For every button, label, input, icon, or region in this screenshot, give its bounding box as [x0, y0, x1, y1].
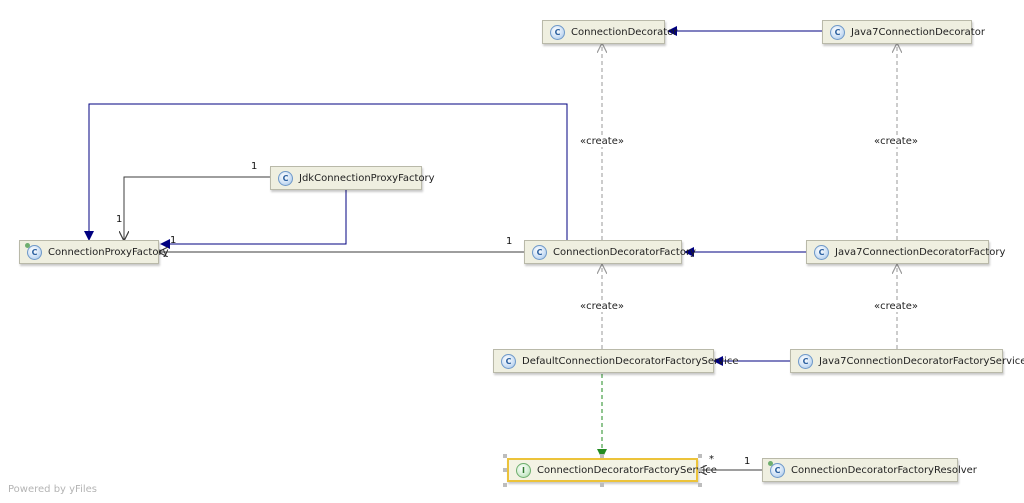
- class-default-connection-decorator-factory-service[interactable]: C DefaultConnectionDecoratorFactoryServi…: [493, 349, 738, 373]
- selection-handle[interactable]: [503, 468, 507, 472]
- class-icon: C: [814, 244, 829, 260]
- class-label: ConnectionDecoratorFactory: [553, 246, 696, 258]
- watermark: Powered by yFiles: [8, 484, 97, 495]
- interface-connection-decorator-factory-service[interactable]: I ConnectionDecoratorFactoryService: [507, 458, 717, 482]
- class-java7-connection-decorator[interactable]: C Java7ConnectionDecorator: [822, 20, 985, 44]
- selection-handle[interactable]: [503, 454, 507, 458]
- class-label: DefaultConnectionDecoratorFactoryService: [522, 355, 739, 367]
- class-label: ConnectionDecoratorFactoryResolver: [791, 464, 977, 476]
- class-label: JdkConnectionProxyFactory: [299, 172, 435, 184]
- selection-handle[interactable]: [698, 468, 702, 472]
- abstract-class-icon: C: [25, 242, 42, 260]
- multiplicity-proxyfactory-target: 1: [170, 235, 177, 246]
- edge-jdkproxy-extends-proxyfactory: [160, 190, 347, 249]
- class-label: Java7ConnectionDecorator: [851, 26, 985, 38]
- selection-handle[interactable]: [600, 454, 604, 458]
- edge-jdkproxy-aggregates-proxyfactory: [124, 177, 270, 240]
- create-label-java7factory: «create»: [873, 301, 919, 312]
- selection-handle[interactable]: [503, 483, 507, 487]
- class-jdk-connection-proxy-factory[interactable]: C JdkConnectionProxyFactory: [270, 166, 435, 190]
- create-label-factory: «create»: [579, 301, 625, 312]
- create-label-decorator: «create»: [579, 136, 625, 147]
- selection-handle[interactable]: [698, 483, 702, 487]
- class-label: ConnectionProxyFactory: [48, 246, 169, 258]
- multiplicity-resolver-source: 1: [744, 456, 751, 467]
- create-label-java7decorator: «create»: [873, 136, 919, 147]
- multiplicity-jdk-target: 1: [116, 214, 123, 225]
- multiplicity-factory-source: 1: [506, 236, 513, 247]
- interface-icon: I: [516, 462, 531, 478]
- class-icon: C: [501, 353, 516, 369]
- multiplicity-jdk-source: 1: [251, 161, 258, 172]
- class-connection-decorator-factory[interactable]: C ConnectionDecoratorFactory: [524, 240, 696, 264]
- class-connection-decorator[interactable]: C ConnectionDecorator: [542, 20, 677, 44]
- selection-handle[interactable]: [698, 454, 702, 458]
- class-label: ConnectionDecorator: [571, 26, 678, 38]
- class-icon: C: [550, 24, 565, 40]
- class-icon: C: [278, 170, 293, 186]
- abstract-class-icon: C: [768, 460, 785, 478]
- interface-label: ConnectionDecoratorFactoryService: [537, 464, 717, 476]
- class-java7-connection-decorator-factory-service[interactable]: C Java7ConnectionDecoratorFactoryService: [790, 349, 1024, 373]
- class-connection-proxy-factory[interactable]: C ConnectionProxyFactory: [19, 240, 169, 264]
- class-icon: C: [830, 24, 845, 40]
- class-label: Java7ConnectionDecoratorFactoryService: [819, 355, 1024, 367]
- class-connection-decorator-factory-resolver[interactable]: C ConnectionDecoratorFactoryResolver: [762, 458, 977, 482]
- multiplicity-service-many: *: [709, 454, 714, 465]
- class-label: Java7ConnectionDecoratorFactory: [835, 246, 1006, 258]
- class-java7-connection-decorator-factory[interactable]: C Java7ConnectionDecoratorFactory: [806, 240, 1005, 264]
- class-icon: C: [532, 244, 547, 260]
- class-icon: C: [798, 353, 813, 369]
- selection-handle[interactable]: [600, 483, 604, 487]
